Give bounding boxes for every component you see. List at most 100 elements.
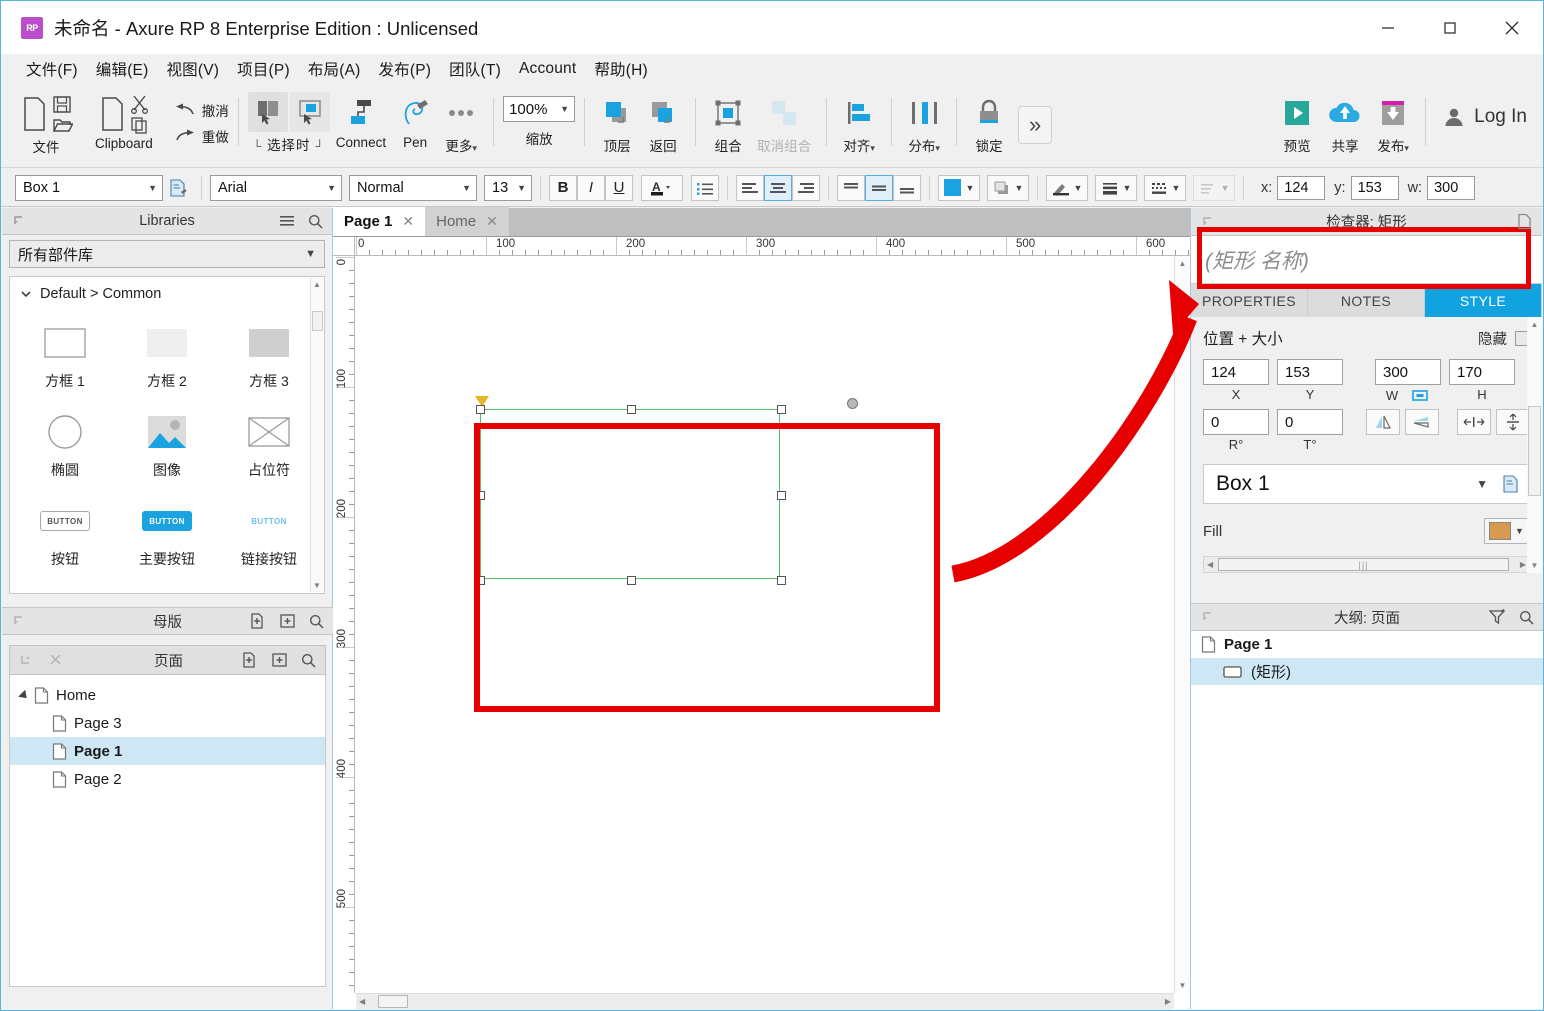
- selected-rectangle[interactable]: [480, 409, 780, 579]
- w-input[interactable]: 300: [1427, 176, 1475, 200]
- scroll-thumb[interactable]: [312, 311, 323, 331]
- add-master-icon[interactable]: [249, 613, 266, 629]
- tab-home[interactable]: Home ✕: [425, 207, 509, 236]
- lock-aspect-ratio-icon[interactable]: [1410, 387, 1430, 403]
- style-h-input[interactable]: 170: [1449, 359, 1515, 385]
- font-style-select[interactable]: Normal ▼: [349, 175, 477, 201]
- menu-team[interactable]: 团队(T): [440, 55, 510, 83]
- x-input[interactable]: 124: [1277, 176, 1325, 200]
- canvas-horizontal-scrollbar[interactable]: ◀ ▶: [356, 993, 1174, 1009]
- fill-color-picker[interactable]: ▼: [1484, 518, 1530, 544]
- resize-handle-nw[interactable]: [476, 405, 485, 414]
- align-center-button[interactable]: [764, 175, 792, 201]
- align-button[interactable]: 对齐▾: [836, 84, 882, 155]
- valign-middle-button[interactable]: [865, 175, 893, 201]
- scroll-down-icon[interactable]: ▼: [313, 581, 321, 590]
- ungroup-button[interactable]: 取消组合: [751, 84, 817, 155]
- collapse-panel-icon[interactable]: [1200, 215, 1214, 229]
- tab-close-icon[interactable]: ✕: [402, 213, 414, 230]
- resize-handle-ne[interactable]: [777, 405, 786, 414]
- redo-button[interactable]: 重做: [175, 126, 229, 146]
- library-item-image[interactable]: 图像: [116, 399, 218, 488]
- valign-bottom-button[interactable]: [893, 175, 921, 201]
- close-icon[interactable]: [49, 653, 62, 666]
- resize-handle-w[interactable]: [476, 491, 485, 500]
- outline-row-rectangle[interactable]: (矩形): [1191, 658, 1543, 685]
- library-item-primary-button[interactable]: BUTTON 主要按钮: [116, 488, 218, 577]
- resize-handle-n[interactable]: [627, 405, 636, 414]
- search-icon[interactable]: [1519, 610, 1534, 625]
- tab-page-1[interactable]: Page 1 ✕: [333, 207, 425, 236]
- search-icon[interactable]: [309, 614, 324, 629]
- collapse-panel-icon[interactable]: [11, 214, 25, 228]
- hidden-toggle[interactable]: 隐藏: [1478, 328, 1530, 349]
- y-input[interactable]: 153: [1351, 176, 1399, 200]
- tab-close-icon[interactable]: ✕: [486, 213, 498, 230]
- scroll-right-icon[interactable]: ▶: [1520, 560, 1526, 569]
- library-item-box2[interactable]: 方框 2: [116, 310, 218, 399]
- line-style-button[interactable]: ▼: [1144, 175, 1186, 201]
- clipboard-group[interactable]: Clipboard: [91, 84, 157, 151]
- scroll-up-icon[interactable]: ▲: [1531, 320, 1539, 329]
- close-button[interactable]: [1481, 1, 1543, 54]
- menu-publish[interactable]: 发布(P): [369, 55, 440, 83]
- tab-properties[interactable]: PROPERTIES: [1191, 284, 1308, 317]
- add-page-icon[interactable]: [241, 652, 258, 668]
- library-item-link-button[interactable]: BUTTON 链接按钮: [218, 488, 320, 577]
- style-rotation-input[interactable]: 0: [1203, 409, 1269, 435]
- more-tools-button[interactable]: 更多▾: [438, 84, 484, 155]
- search-icon[interactable]: [301, 653, 316, 668]
- share-button[interactable]: 共享: [1320, 84, 1370, 155]
- shadow-button[interactable]: ▼: [987, 175, 1029, 201]
- menu-account[interactable]: Account: [510, 57, 585, 81]
- scroll-thumb[interactable]: [1528, 406, 1541, 496]
- connector-mode-button[interactable]: [290, 92, 330, 132]
- flip-horizontal-button[interactable]: [1366, 409, 1400, 435]
- distribute-horizontal-button[interactable]: [1457, 409, 1491, 435]
- publish-button[interactable]: 发布▾: [1370, 84, 1416, 155]
- scroll-right-icon[interactable]: ▶: [1165, 997, 1171, 1006]
- maximize-button[interactable]: [1419, 1, 1481, 54]
- distribute-vertical-button[interactable]: [1496, 409, 1530, 435]
- file-group[interactable]: 文件: [15, 84, 77, 156]
- design-canvas[interactable]: [356, 256, 1174, 993]
- resize-handle-e[interactable]: [777, 491, 786, 500]
- horizontal-ruler[interactable]: 0 100 200 300 400 500 600: [355, 237, 1190, 256]
- line-color-button[interactable]: ▼: [1046, 175, 1088, 201]
- vertical-ruler[interactable]: 0 100 200 300 400 500: [333, 256, 355, 993]
- chevron-down-icon[interactable]: ▼: [1476, 477, 1488, 491]
- connect-button[interactable]: Connect: [330, 84, 392, 150]
- undo-button[interactable]: 撤消: [175, 100, 229, 120]
- fill-color-button[interactable]: ▼: [938, 175, 980, 201]
- style-doc-icon[interactable]: [1502, 474, 1521, 494]
- widget-name-input[interactable]: (矩形 名称): [1191, 236, 1542, 284]
- align-left-button[interactable]: [736, 175, 764, 201]
- library-group-header[interactable]: Default > Common: [10, 277, 324, 306]
- minimize-button[interactable]: [1357, 1, 1419, 54]
- tab-notes[interactable]: NOTES: [1308, 284, 1425, 317]
- tree-row-page2[interactable]: Page 2: [10, 765, 325, 793]
- expand-triangle-icon[interactable]: [18, 690, 30, 702]
- filter-icon[interactable]: [1488, 609, 1506, 625]
- preview-button[interactable]: 预览: [1274, 84, 1320, 155]
- flip-vertical-button[interactable]: [1405, 409, 1439, 435]
- pen-button[interactable]: Pen: [392, 84, 438, 150]
- font-color-button[interactable]: A: [641, 175, 683, 201]
- libraries-menu-icon[interactable]: [279, 214, 295, 228]
- tree-row-page1[interactable]: Page 1: [10, 737, 325, 765]
- resize-handle-s[interactable]: [627, 576, 636, 585]
- style-horizontal-scrollbar[interactable]: ◀ ||| ▶: [1203, 556, 1530, 573]
- menu-file[interactable]: 文件(F): [17, 55, 87, 83]
- bullet-list-button[interactable]: [691, 175, 719, 201]
- library-select[interactable]: 所有部件库 ▼: [9, 240, 325, 268]
- widget-name-select[interactable]: Box 1 ▼: [15, 175, 163, 201]
- expand-panel-icon[interactable]: [19, 653, 33, 667]
- style-text-rotation-input[interactable]: 0: [1277, 409, 1343, 435]
- tree-row-page3[interactable]: Page 3: [10, 709, 325, 737]
- outline-row-page[interactable]: Page 1: [1191, 631, 1543, 658]
- italic-button[interactable]: I: [577, 175, 605, 201]
- group-button[interactable]: 组合: [705, 84, 751, 155]
- zoom-select[interactable]: 100% ▼: [503, 96, 575, 122]
- scroll-thumb[interactable]: [378, 995, 408, 1008]
- menu-help[interactable]: 帮助(H): [585, 55, 657, 83]
